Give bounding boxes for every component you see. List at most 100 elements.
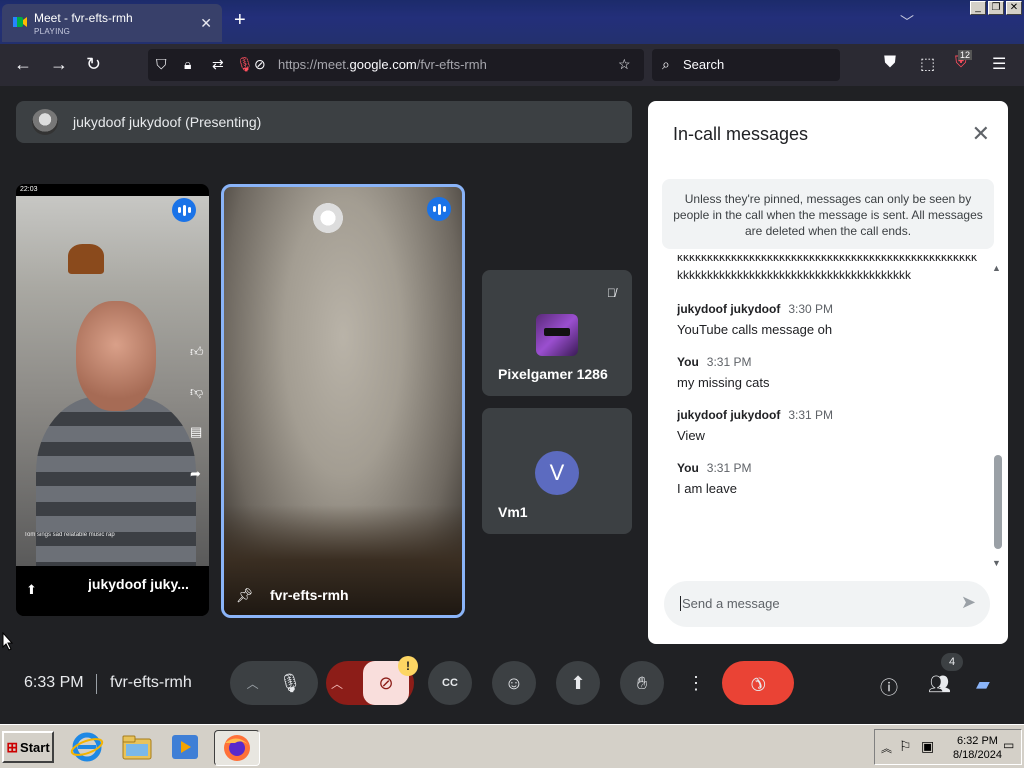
start-label: Start xyxy=(20,739,50,755)
pocket-icon[interactable]: ⛊ xyxy=(884,54,896,72)
windows-taskbar: ⊞ Start ︽ ⚐ ▣ 6:32 PM 8/18/2024 ▭ xyxy=(0,724,1024,768)
message-sender: jukydoof jukydoof xyxy=(677,302,781,316)
screen: Meet - fvr-efts-rmh PLAYING ✕ + ﹀ _ ❐ ✕ … xyxy=(0,0,1024,768)
leave-call-button[interactable]: ✆ xyxy=(722,661,794,705)
action-center-flag-icon[interactable]: ⚐ xyxy=(899,738,912,755)
meeting-controls-bar: 6:33 PM fvr-efts-rmh ︿ 🎙︎ ︿ ⊘ ! CC ☺ ⬆ ✋… xyxy=(0,646,1024,724)
phone-caption: Tom sings sad relatable music rap xyxy=(24,532,115,538)
camera-blocked-icon[interactable]: ⊘ xyxy=(254,56,266,73)
extensions-icon[interactable]: ⬚ xyxy=(920,54,935,74)
message-text: YouTube calls message oh xyxy=(677,322,833,337)
new-tab-button[interactable]: + xyxy=(234,9,246,32)
meet-stage: jukydoof jukydoof (Presenting) 👍︎ 👎︎ ▤ ➦… xyxy=(0,86,1024,724)
firefox-icon xyxy=(224,735,250,761)
restore-window-button[interactable]: ❐ xyxy=(988,1,1004,15)
presenting-label: jukydoof jukydoof (Presenting) xyxy=(73,114,262,130)
video-settings-chevron-icon[interactable]: ︿ xyxy=(331,675,343,692)
chat-scrollbar[interactable]: ▲ ▼ xyxy=(992,263,1004,568)
message-input[interactable]: Send a message ➤ xyxy=(664,581,990,627)
message-text: my missing cats xyxy=(677,375,770,390)
panel-title: In-call messages xyxy=(673,124,809,144)
address-bar[interactable]: ⛉ 🔒︎ ⇄ 🎙︎ ⊘ https://meet.google.com/fvr-… xyxy=(148,49,644,81)
audio-settings-chevron-icon[interactable]: ︿ xyxy=(247,675,259,692)
firefox-taskbar-button[interactable] xyxy=(214,730,260,766)
participant-name: fvr-efts-rmh xyxy=(270,587,349,603)
window-controls: _ ❐ ✕ xyxy=(970,1,1022,15)
close-icon[interactable]: ✕ xyxy=(972,121,990,147)
message-time: 3:31 PM xyxy=(788,408,834,422)
phone-clock: 22:03 xyxy=(20,186,38,193)
microphone-icon[interactable]: 🎙︎ xyxy=(279,673,302,694)
scrollbar-thumb[interactable] xyxy=(994,455,1002,549)
tab-close-icon[interactable]: ✕ xyxy=(200,15,212,32)
internet-explorer-icon[interactable] xyxy=(70,730,104,764)
menu-hamburger-icon[interactable]: ☰ xyxy=(992,54,1006,74)
phone-share-icon: ➦ xyxy=(190,466,201,481)
search-icon: ⌕ xyxy=(662,56,670,72)
scroll-up-icon[interactable]: ▲ xyxy=(992,263,1001,273)
message-list[interactable]: kkkkkkkkkkkkkkkkkkkkkkkkkkkkkkkkkkkkkkkk… xyxy=(677,255,977,565)
system-tray: ︽ ⚐ ▣ 6:32 PM 8/18/2024 ▭ xyxy=(874,729,1022,765)
search-placeholder: Search xyxy=(683,57,725,72)
taskbar-clock[interactable]: 6:32 PM 8/18/2024 xyxy=(953,734,1002,762)
participant-tile-fvr[interactable]: 📌︎ fvr-efts-rmh xyxy=(221,184,465,618)
microphone-sharing-icon[interactable]: 🎙︎ xyxy=(236,56,254,73)
phone-dislike-icon: 👎︎ xyxy=(190,384,204,399)
mouse-pointer-icon xyxy=(2,632,14,651)
close-window-button[interactable]: ✕ xyxy=(1006,1,1022,15)
permissions-icon[interactable]: ⇄ xyxy=(212,56,224,73)
network-icon[interactable]: ▣ xyxy=(921,738,934,755)
emoji-reaction-button[interactable]: ☺ xyxy=(492,661,536,705)
send-icon[interactable]: ➤ xyxy=(961,592,976,613)
presenter-avatar xyxy=(32,109,58,135)
tab-title: Meet - fvr-efts-rmh xyxy=(34,11,133,25)
meet-favicon-icon xyxy=(13,17,27,27)
presenting-banner[interactable]: jukydoof jukydoof (Presenting) xyxy=(16,101,632,143)
captions-button[interactable]: CC xyxy=(428,661,472,705)
presentation-participant-name: jukydoof juky... xyxy=(88,576,189,592)
message-time: 3:31 PM xyxy=(706,461,752,475)
participant-tile-pixelgamer[interactable]: 🎙̸ Pixelgamer 1286 xyxy=(482,270,632,396)
media-player-icon[interactable] xyxy=(168,730,202,764)
file-explorer-icon[interactable] xyxy=(120,730,154,764)
presentation-video: 👍︎ 👎︎ ▤ ➦ Tom sings sad relatable music … xyxy=(16,196,209,586)
more-vert-icon: ⋮ xyxy=(687,672,705,693)
speaking-indicator-icon xyxy=(172,198,196,222)
show-hidden-icons-chevron-icon[interactable]: ︽ xyxy=(881,740,892,756)
show-desktop-icon[interactable]: ▭ xyxy=(1003,738,1014,752)
emoji-icon: ☺ xyxy=(504,672,524,693)
meeting-details-icon[interactable]: ⓘ xyxy=(880,674,898,700)
chat-icon[interactable]: ▰ xyxy=(976,674,990,695)
participant-tile-vm1[interactable]: V Vm1 xyxy=(482,408,632,534)
participant-name: Pixelgamer 1286 xyxy=(498,366,608,382)
browser-tab-meet[interactable]: Meet - fvr-efts-rmh PLAYING ✕ xyxy=(2,4,222,42)
presentation-tile[interactable]: 👍︎ 👎︎ ▤ ➦ Tom sings sad relatable music … xyxy=(16,184,209,616)
speaking-indicator-icon xyxy=(427,197,451,221)
raise-hand-button[interactable]: ✋︎ xyxy=(620,661,664,705)
present-now-button[interactable]: ⬆ xyxy=(556,661,600,705)
reload-icon[interactable]: ↻ xyxy=(86,54,101,74)
person-head-shape xyxy=(76,301,156,411)
lock-icon[interactable]: 🔒︎ xyxy=(184,56,191,73)
forward-icon[interactable]: → xyxy=(50,54,68,74)
start-button[interactable]: ⊞ Start xyxy=(2,731,54,763)
list-all-tabs-icon[interactable]: ﹀ xyxy=(900,12,914,32)
message-item: jukydoof jukydoof 3:31 PM View xyxy=(677,408,977,443)
tracking-protection-shield-icon[interactable]: ⛉ xyxy=(156,56,167,73)
search-bar[interactable]: ⌕ Search xyxy=(652,49,840,81)
bookmark-star-icon[interactable]: ☆ xyxy=(618,56,631,73)
chat-notice: Unless they're pinned, messages can only… xyxy=(662,179,994,249)
message-item: You 3:31 PM my missing cats xyxy=(677,355,977,390)
message-time: 3:30 PM xyxy=(788,302,834,316)
url-text[interactable]: https://meet.google.com/fvr-efts-rmh xyxy=(278,57,487,72)
person-body-shape xyxy=(36,396,196,586)
more-options-button[interactable]: ⋮ xyxy=(674,661,718,705)
meeting-clock: 6:33 PM xyxy=(24,674,84,691)
people-icon[interactable]: 👥︎ xyxy=(928,674,951,695)
scroll-down-icon[interactable]: ▼ xyxy=(992,558,1001,568)
minimize-window-button[interactable]: _ xyxy=(970,1,986,15)
back-icon[interactable]: ← xyxy=(14,54,32,74)
lamp-shape xyxy=(68,244,104,274)
browser-tabbar: Meet - fvr-efts-rmh PLAYING ✕ + ﹀ _ ❐ ✕ xyxy=(0,0,1024,44)
pin-icon[interactable]: 📌︎ xyxy=(236,587,254,604)
